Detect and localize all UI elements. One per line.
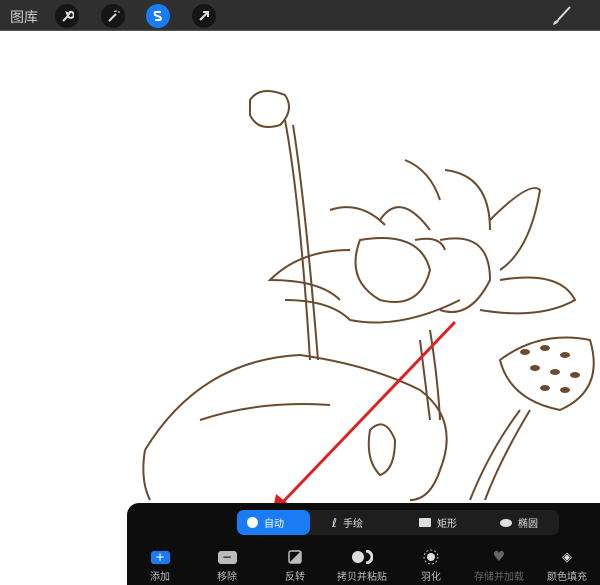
save-load-button[interactable]: ♥ 存储并加载 [464,549,534,583]
red-annotation-arrow [272,320,457,514]
heart-icon: ♥ [492,549,506,565]
copy-paste-icon [352,550,373,564]
magic-wand-icon[interactable] [101,4,125,28]
fill-bucket-icon: ◈ [562,549,572,565]
mode-rectangle[interactable]: 矩形 [409,510,467,535]
copy-paste-button[interactable]: 拷贝并粘贴 [327,549,397,583]
top-toolbar: 图库 [0,0,600,31]
brush-icon[interactable] [550,5,572,31]
freehand-icon: ℓ [332,515,337,530]
lotus-illustration [142,90,595,501]
transform-arrow-icon[interactable] [192,4,216,28]
mode-auto[interactable]: 自动 [237,510,310,535]
selection-panel: 自动 ℓ 手绘 矩形 椭圆 + 添加 − 移除 反转 拷贝并粘贴 羽化 ♥ 存储并加载… [127,503,600,585]
auto-icon [247,517,258,528]
feather-icon [423,549,439,565]
remove-button[interactable]: − 移除 [192,549,262,583]
invert-button[interactable]: 反转 [260,549,330,583]
add-button[interactable]: + 添加 [125,549,195,583]
minus-icon: − [217,550,237,564]
mode-freehand[interactable]: ℓ 手绘 [322,510,373,535]
seed-pod-dots [520,345,580,393]
wrench-icon[interactable] [55,4,79,28]
color-fill-button[interactable]: ◈ 颜色填充 [532,549,600,584]
feather-button[interactable]: 羽化 [396,549,466,583]
selection-mode-segmented-control: 自动 ℓ 手绘 矩形 椭圆 [237,510,559,535]
invert-icon [288,550,302,564]
ellipse-icon [500,518,512,527]
plus-icon: + [150,550,170,564]
lotus-drawing-canvas[interactable] [0,31,600,585]
mode-ellipse[interactable]: 椭圆 [490,510,548,535]
rectangle-icon [419,518,431,527]
gallery-button[interactable]: 图库 [10,7,38,27]
selection-icon[interactable] [146,4,170,28]
